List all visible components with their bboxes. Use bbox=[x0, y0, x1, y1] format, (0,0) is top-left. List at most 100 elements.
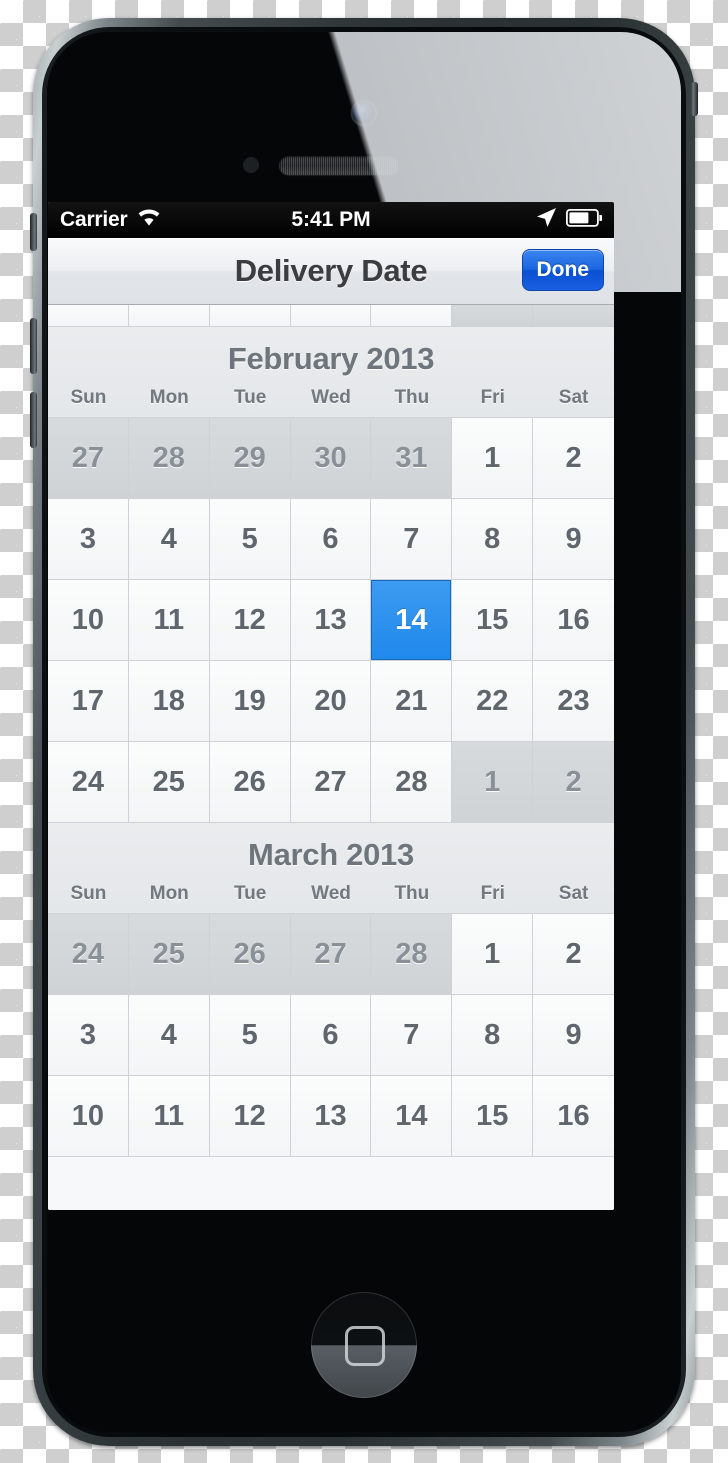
day-cell[interactable]: 1 bbox=[452, 914, 534, 995]
day-cell[interactable]: 2 bbox=[533, 742, 614, 823]
wifi-icon bbox=[136, 208, 162, 232]
day-cell[interactable]: 17 bbox=[48, 661, 129, 742]
day-cell[interactable]: 8 bbox=[452, 995, 534, 1076]
page-title: Delivery Date bbox=[234, 253, 428, 288]
day-cell[interactable] bbox=[290, 305, 372, 327]
day-cell[interactable]: 11 bbox=[128, 1076, 210, 1157]
day-cell[interactable] bbox=[48, 305, 129, 327]
day-cell[interactable]: 23 bbox=[533, 661, 614, 742]
status-bar-right bbox=[536, 207, 604, 233]
day-cell[interactable]: 26 bbox=[209, 914, 291, 995]
day-cell[interactable] bbox=[128, 305, 210, 327]
day-cell[interactable]: 13 bbox=[290, 580, 372, 661]
weekday-label-sat: Sat bbox=[558, 883, 589, 904]
day-cell[interactable] bbox=[452, 305, 534, 327]
weekday-label-sun: Sun bbox=[70, 883, 107, 904]
weekday-label-thu: Thu bbox=[394, 883, 430, 904]
day-cell[interactable]: 21 bbox=[371, 661, 453, 742]
day-cell[interactable]: 28 bbox=[371, 742, 453, 823]
day-cell[interactable]: 2 bbox=[533, 914, 614, 995]
day-cell[interactable]: 2 bbox=[533, 418, 614, 499]
volume-up-button[interactable] bbox=[30, 318, 37, 374]
day-cell[interactable]: 1 bbox=[452, 418, 534, 499]
calendar-week-row: 24 25 26 27 28 1 2 bbox=[48, 742, 614, 823]
weekday-label-mon: Mon bbox=[149, 883, 189, 904]
day-cell[interactable]: 3 bbox=[48, 499, 129, 580]
day-cell[interactable] bbox=[209, 305, 291, 327]
day-cell[interactable]: 31 bbox=[371, 418, 453, 499]
day-cell[interactable] bbox=[533, 305, 614, 327]
day-cell[interactable]: 24 bbox=[48, 914, 129, 995]
day-cell[interactable]: 24 bbox=[48, 742, 129, 823]
day-cell[interactable]: 16 bbox=[533, 580, 614, 661]
volume-down-button[interactable] bbox=[30, 392, 37, 448]
weekday-label-wed: Wed bbox=[311, 387, 351, 408]
day-cell[interactable]: 30 bbox=[290, 418, 372, 499]
day-cell[interactable]: 19 bbox=[209, 661, 291, 742]
day-cell[interactable]: 4 bbox=[128, 499, 210, 580]
day-cell[interactable]: 25 bbox=[128, 742, 210, 823]
day-cell[interactable]: 7 bbox=[371, 499, 453, 580]
day-cell[interactable]: 6 bbox=[290, 499, 372, 580]
calendar-week-row: 3456789 bbox=[48, 995, 614, 1076]
day-cell[interactable]: 9 bbox=[533, 499, 614, 580]
weekday-label-thu: Thu bbox=[394, 387, 430, 408]
calendar-week-row: 10 11 12 13 14 15 16 bbox=[48, 1076, 614, 1157]
power-button[interactable] bbox=[691, 82, 698, 116]
day-cell[interactable]: 26 bbox=[209, 742, 291, 823]
day-cell[interactable]: 15 bbox=[452, 580, 534, 661]
day-cell[interactable]: 12 bbox=[209, 580, 291, 661]
done-button[interactable]: Done bbox=[521, 249, 604, 291]
month-header: February 2013 Sun Mon Tue Wed Thu Fri Sat bbox=[48, 327, 614, 418]
day-cell[interactable]: 13 bbox=[290, 1076, 372, 1157]
camera-icon bbox=[353, 102, 375, 124]
day-cell[interactable]: 3 bbox=[48, 995, 129, 1076]
weekday-label-sat: Sat bbox=[558, 387, 589, 408]
day-cell[interactable]: 8 bbox=[452, 499, 534, 580]
day-cell[interactable]: 27 bbox=[48, 418, 129, 499]
weekday-label-mon: Mon bbox=[149, 387, 189, 408]
day-cell[interactable]: 28 bbox=[371, 914, 453, 995]
navigation-bar: Delivery Date Done bbox=[48, 238, 614, 305]
month-title: February 2013 bbox=[227, 341, 435, 376]
day-cell[interactable]: 18 bbox=[128, 661, 210, 742]
day-cell[interactable]: 20 bbox=[290, 661, 372, 742]
day-cell[interactable]: 5 bbox=[209, 499, 291, 580]
day-cell[interactable]: 25 bbox=[128, 914, 210, 995]
day-cell[interactable]: 6 bbox=[290, 995, 372, 1076]
calendar-week-row: 17 18 19 20 21 22 23 bbox=[48, 661, 614, 742]
weekday-header-row: Sun Mon Tue Wed Thu Fri Sat bbox=[48, 387, 614, 417]
day-cell[interactable]: 15 bbox=[452, 1076, 534, 1157]
day-cell[interactable]: 12 bbox=[209, 1076, 291, 1157]
weekday-label-fri: Fri bbox=[480, 387, 505, 408]
day-cell[interactable]: 14 bbox=[371, 1076, 453, 1157]
carrier-label: Carrier bbox=[60, 208, 128, 231]
day-cell[interactable]: 10 bbox=[48, 1076, 129, 1157]
location-arrow-icon bbox=[536, 207, 557, 233]
battery-icon bbox=[565, 208, 604, 232]
home-button-icon[interactable] bbox=[311, 1292, 417, 1398]
status-bar: Carrier 5:41 PM bbox=[48, 202, 614, 238]
day-cell[interactable]: 22 bbox=[452, 661, 534, 742]
day-cell[interactable]: 9 bbox=[533, 995, 614, 1076]
day-cell-selected[interactable]: 14 bbox=[371, 580, 453, 661]
day-cell[interactable]: 27 bbox=[290, 914, 372, 995]
calendar-months: February 2013 Sun Mon Tue Wed Thu Fri Sat 27 28 29… bbox=[48, 305, 614, 1157]
day-cell[interactable]: 11 bbox=[128, 580, 210, 661]
day-cell[interactable]: 10 bbox=[48, 580, 129, 661]
day-cell[interactable]: 4 bbox=[128, 995, 210, 1076]
day-cell[interactable]: 27 bbox=[290, 742, 372, 823]
earpiece-speaker-icon bbox=[279, 156, 399, 175]
day-cell[interactable]: 1 bbox=[452, 742, 534, 823]
calendar-scroll-area[interactable]: February 2013 Sun Mon Tue Wed Thu Fri Sat 27 28 29… bbox=[48, 305, 614, 1210]
weekday-label-wed: Wed bbox=[311, 883, 351, 904]
day-cell[interactable]: 28 bbox=[128, 418, 210, 499]
day-cell[interactable]: 5 bbox=[209, 995, 291, 1076]
day-cell[interactable]: 16 bbox=[533, 1076, 614, 1157]
calendar-week-row: 27 28 29 30 31 1 2 bbox=[48, 418, 614, 499]
day-cell[interactable]: 29 bbox=[209, 418, 291, 499]
day-cell[interactable] bbox=[371, 305, 453, 327]
ring-silent-switch[interactable] bbox=[30, 213, 37, 251]
day-cell[interactable]: 7 bbox=[371, 995, 453, 1076]
weekday-label-tue: Tue bbox=[233, 387, 267, 408]
